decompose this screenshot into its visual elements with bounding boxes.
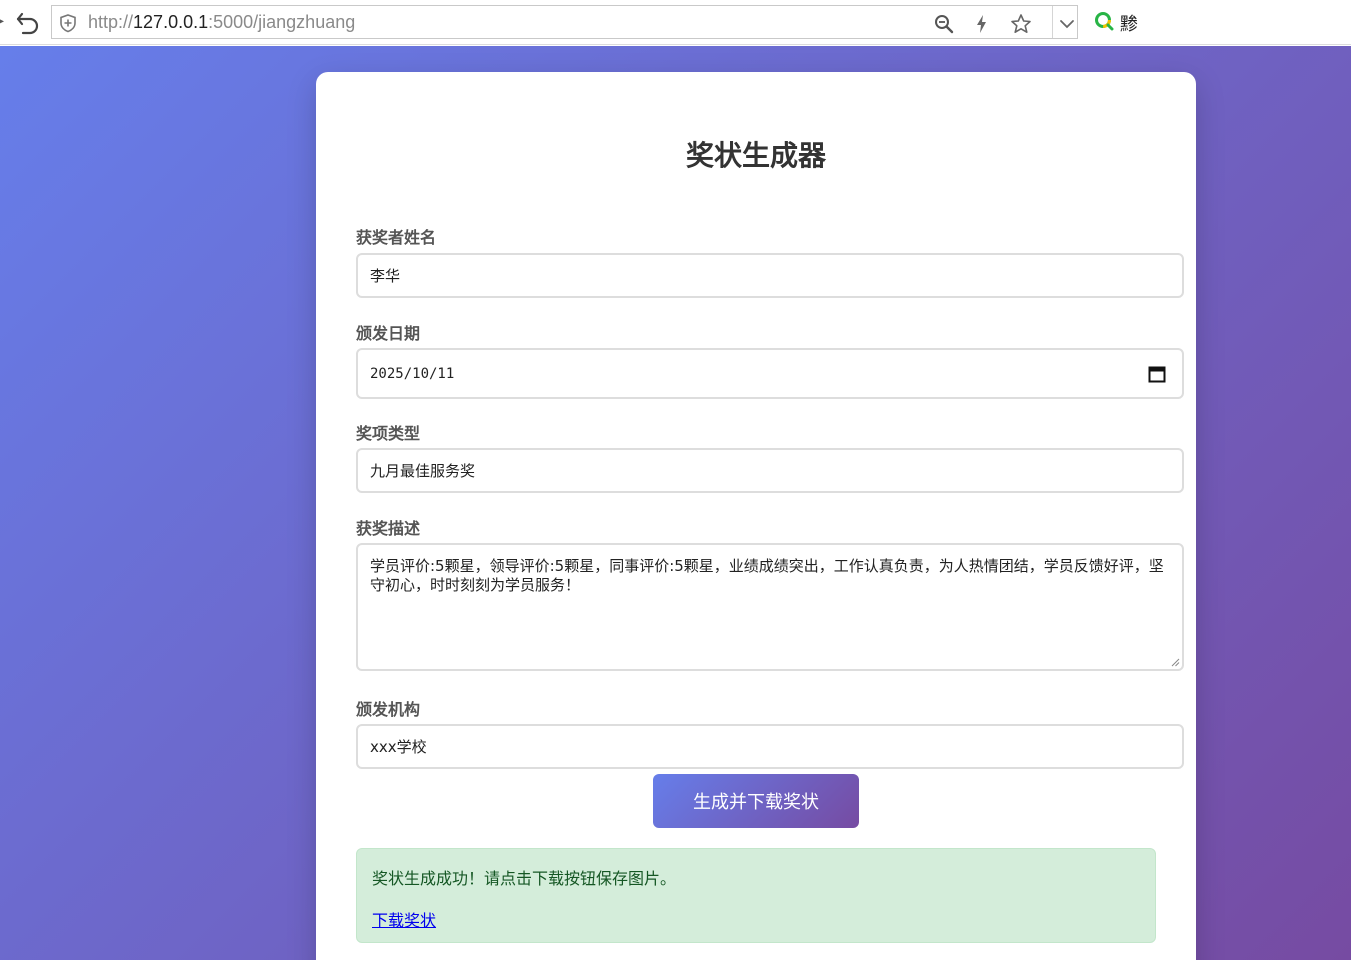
zoom-icon[interactable] xyxy=(933,13,955,35)
org-label: 颁发机构 xyxy=(356,700,421,719)
bolt-icon[interactable] xyxy=(971,13,993,35)
search-text: 黪 xyxy=(1120,14,1138,35)
back-icon[interactable] xyxy=(14,8,42,36)
url-prefix: http:// xyxy=(88,12,134,32)
success-message: 奖状生成成功！请点击下载按钮保存图片。 xyxy=(372,869,677,888)
star-icon[interactable] xyxy=(1010,13,1032,35)
url-text[interactable]: http://127.0.0.1:5000/jiangzhuang xyxy=(88,12,355,33)
award-input[interactable]: 九月最佳服务奖 xyxy=(356,448,1184,493)
desc-textarea[interactable]: 学员评价:5颗星，领导评价:5颗星，同事评价:5颗星，业绩成绩突出，工作认真负责… xyxy=(356,543,1184,671)
url-path: :5000/jiangzhuang xyxy=(208,12,356,32)
address-bar[interactable]: http://127.0.0.1:5000/jiangzhuang xyxy=(51,5,1078,39)
search-engine-logo-icon xyxy=(1095,12,1114,31)
calendar-icon[interactable] xyxy=(1148,365,1166,383)
chevron-down-icon[interactable] xyxy=(1056,13,1078,35)
download-link[interactable]: 下载奖状 xyxy=(372,907,436,931)
success-alert: 奖状生成成功！请点击下载按钮保存图片。 下载奖状 xyxy=(356,848,1156,943)
shield-icon[interactable] xyxy=(58,13,78,33)
generate-button[interactable]: 生成并下载奖状 xyxy=(653,774,859,828)
page-background: 奖状生成器 获奖者姓名 李华 颁发日期 2025/10/11 奖项类型 九月最佳… xyxy=(0,46,1351,960)
date-value: 2025/10/11 xyxy=(370,365,455,382)
name-label: 获奖者姓名 xyxy=(356,228,437,247)
url-host: 127.0.0.1 xyxy=(133,12,209,32)
desc-label: 获奖描述 xyxy=(356,519,421,538)
date-input[interactable]: 2025/10/11 xyxy=(356,348,1184,399)
toolbar-edge-icon: ▸ xyxy=(0,13,5,29)
resize-handle-icon[interactable] xyxy=(1170,657,1180,667)
page-title: 奖状生成器 xyxy=(685,139,826,172)
desc-value: 学员评价:5颗星，领导评价:5颗星，同事评价:5颗星，业绩成绩突出，工作认真负责… xyxy=(370,557,1164,594)
org-input[interactable]: xxx学校 xyxy=(356,724,1184,769)
date-label: 颁发日期 xyxy=(356,324,421,343)
award-label: 奖项类型 xyxy=(356,424,421,443)
address-separator xyxy=(1052,6,1053,38)
form-card: 奖状生成器 获奖者姓名 李华 颁发日期 2025/10/11 奖项类型 九月最佳… xyxy=(316,72,1196,960)
browser-toolbar: ▸ http://127.0.0.1:5000/jiangzhuang 黪 xyxy=(0,0,1351,45)
name-input[interactable]: 李华 xyxy=(356,253,1184,298)
